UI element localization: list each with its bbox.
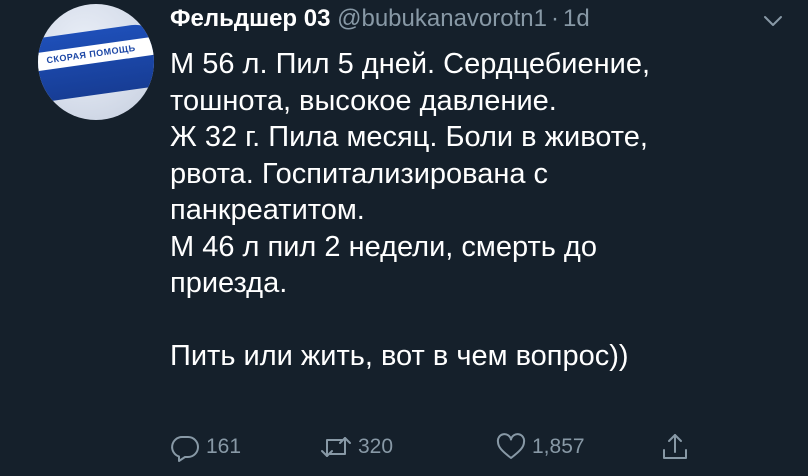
- tweet-line: М 56 л. Пил 5 дней. Сердцебиение,: [170, 48, 651, 80]
- like-button[interactable]: 1,857: [494, 430, 585, 464]
- tweet-line: тошнота, высокое давление.: [170, 84, 557, 117]
- chevron-down-icon: [764, 16, 782, 26]
- tweet-menu-button[interactable]: [762, 10, 784, 32]
- tweet-line: приезда.: [170, 267, 288, 299]
- reply-icon: [171, 436, 199, 462]
- like-count: 1,857: [532, 435, 585, 458]
- retweet-button[interactable]: 320: [318, 430, 393, 464]
- tweet-line: Пить или жить, вот в чем вопрос)): [170, 340, 629, 372]
- retweet-icon: [321, 437, 351, 457]
- share-icon: [663, 434, 687, 459]
- tweet-text: М 56 л. Пил 5 дней. Сердцебиение, тошнот…: [170, 46, 770, 375]
- tweet-line: панкреатитом.: [170, 194, 365, 226]
- reply-count: 161: [206, 435, 242, 458]
- tweet-line: М 46 л пил 2 недели, смерть до: [170, 230, 597, 263]
- tweet-line: рвота. Госпитализирована с: [170, 157, 549, 190]
- avatar[interactable]: СКОРАЯ ПОМОЩЬ: [38, 4, 154, 120]
- tweet-timestamp[interactable]: 1d: [563, 5, 590, 32]
- tweet-actions: 161 320 1,857: [168, 430, 728, 464]
- reply-button[interactable]: 161: [168, 430, 241, 464]
- retweet-count: 320: [358, 435, 394, 458]
- tweet-line: Ж 32 г. Пила месяц. Боли в животе,: [170, 121, 648, 153]
- heart-icon: [496, 433, 526, 459]
- tweet-header: Фельдшер 03 @bubukanavorotn1 · 1d: [170, 5, 590, 39]
- separator-dot: ·: [550, 5, 559, 32]
- tweet[interactable]: СКОРАЯ ПОМОЩЬ Фельдшер 03 @bubukanavorot…: [0, 0, 808, 476]
- author-handle[interactable]: @bubukanavorotn1: [337, 5, 547, 32]
- share-button[interactable]: [658, 430, 692, 464]
- author-name[interactable]: Фельдшер 03: [170, 5, 330, 32]
